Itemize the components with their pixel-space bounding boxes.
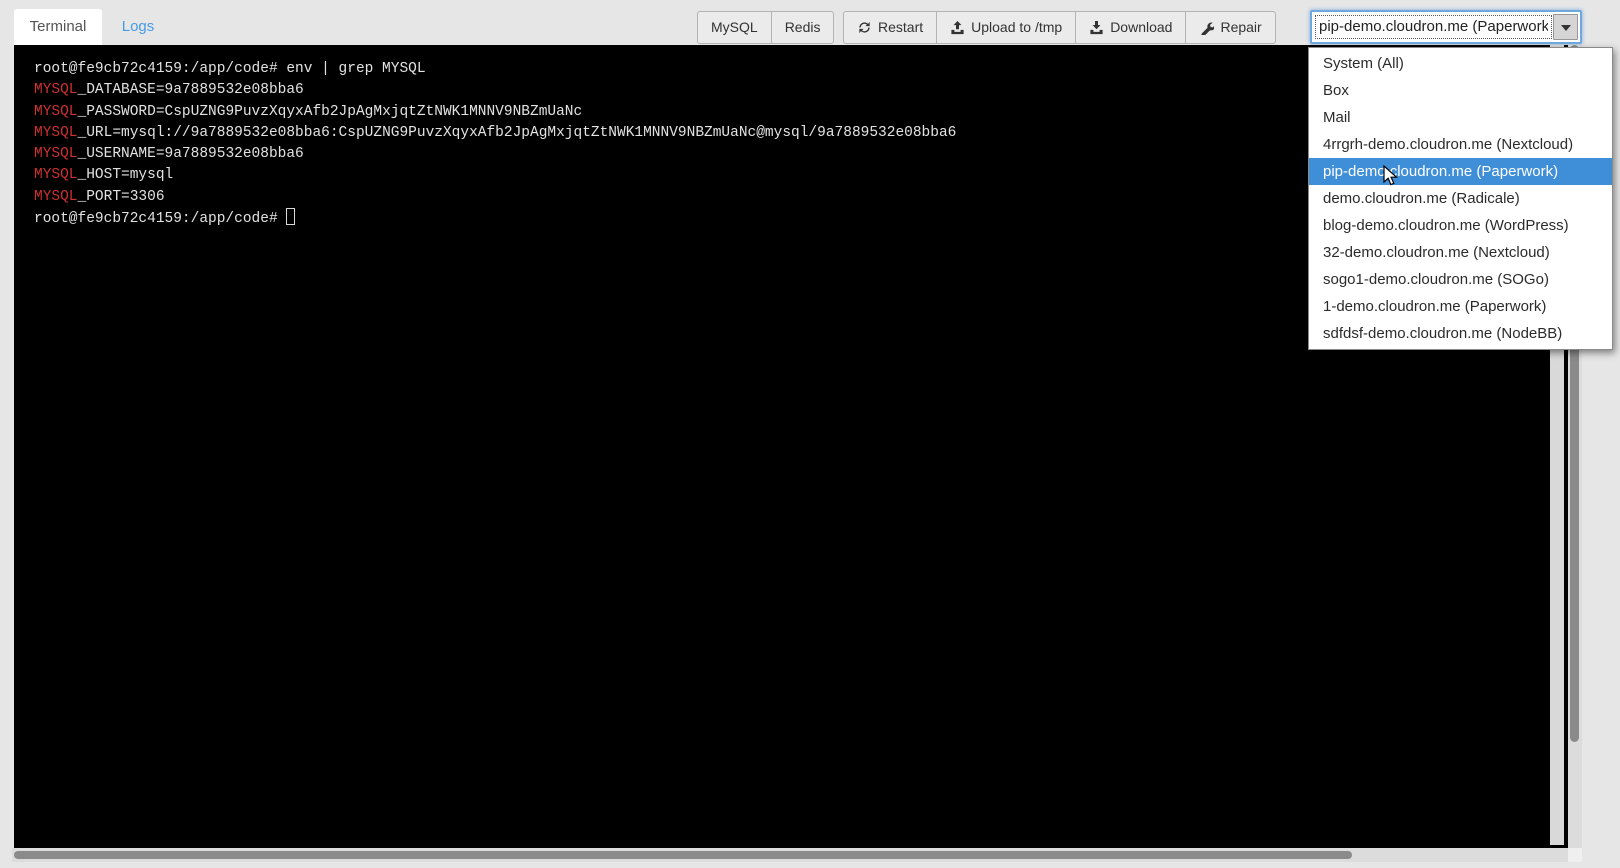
- terminal-text-segment: _PASSWORD=CspUZNG9PuvzXqyxAfb2JpAgMxjqtZ…: [78, 104, 583, 120]
- terminal-cursor: [286, 208, 295, 225]
- terminal-text-segment: MYSQL: [34, 146, 78, 162]
- horizontal-scrollbar[interactable]: [12, 848, 1568, 862]
- button-label: MySQL: [711, 12, 758, 43]
- button-label: Restart: [878, 12, 923, 43]
- button-label: Download: [1110, 12, 1172, 43]
- app-select-value: pip-demo.cloudron.me (Paperwork: [1319, 17, 1548, 37]
- toolbar: Terminal Logs MySQL Redis Restart Upload t…: [0, 0, 1620, 45]
- button-label: Redis: [785, 12, 821, 43]
- select-option[interactable]: Box: [1309, 77, 1612, 104]
- button-download[interactable]: Download: [1075, 11, 1186, 44]
- terminal-text-segment: _PORT=3306: [78, 189, 165, 205]
- repair-icon: [1199, 20, 1214, 35]
- terminal-line: root@fe9cb72c4159:/app/code# env | grep …: [34, 59, 956, 80]
- restart-icon: [857, 20, 872, 35]
- app-select[interactable]: pip-demo.cloudron.me (Paperwork: [1310, 10, 1582, 44]
- select-option[interactable]: 4rrgrh-demo.cloudron.me (Nextcloud): [1309, 131, 1612, 158]
- button-mysql[interactable]: MySQL: [697, 11, 772, 44]
- terminal-text-segment: MYSQL: [34, 82, 78, 98]
- terminal-text-segment: _DATABASE=9a7889532e08bba6: [78, 82, 304, 98]
- select-option[interactable]: sdfdsf-demo.cloudron.me (NodeBB): [1309, 320, 1612, 347]
- terminal-line: MYSQL_HOST=mysql: [34, 165, 956, 186]
- credentials-button-group: MySQL Redis: [697, 11, 834, 44]
- download-icon: [1089, 20, 1104, 35]
- terminal-text-segment: MYSQL: [34, 125, 78, 141]
- terminal-output: root@fe9cb72c4159:/app/code# env | grep …: [34, 59, 956, 230]
- select-option[interactable]: Mail: [1309, 104, 1612, 131]
- terminal-text-segment: MYSQL: [34, 167, 78, 183]
- terminal-text-segment: root@fe9cb72c4159:/app/code#: [34, 211, 286, 227]
- terminal-text-segment: MYSQL: [34, 104, 78, 120]
- terminal-line: root@fe9cb72c4159:/app/code#: [34, 208, 956, 230]
- select-option[interactable]: 1-demo.cloudron.me (Paperwork): [1309, 293, 1612, 320]
- tab-terminal-label: Terminal: [30, 18, 87, 35]
- terminal-line: MYSQL_PORT=3306: [34, 187, 956, 208]
- terminal-text-segment: _HOST=mysql: [78, 167, 174, 183]
- select-option[interactable]: sogo1-demo.cloudron.me (SOGo): [1309, 266, 1612, 293]
- button-label: Upload to /tmp: [971, 12, 1062, 43]
- actions-button-group: Restart Upload to /tmp Download Repair: [843, 11, 1276, 44]
- terminal-line: MYSQL_USERNAME=9a7889532e08bba6: [34, 144, 956, 165]
- terminal-line: MYSQL_PASSWORD=CspUZNG9PuvzXqyxAfb2JpAgM…: [34, 102, 956, 123]
- horizontal-scrollbar-thumb[interactable]: [14, 851, 1352, 859]
- button-repair[interactable]: Repair: [1185, 11, 1275, 44]
- terminal-line: MYSQL_URL=mysql://9a7889532e08bba6:CspUZ…: [34, 123, 956, 144]
- select-option[interactable]: 32-demo.cloudron.me (Nextcloud): [1309, 239, 1612, 266]
- terminal-text-segment: _USERNAME=9a7889532e08bba6: [78, 146, 304, 162]
- select-option[interactable]: blog-demo.cloudron.me (WordPress): [1309, 212, 1612, 239]
- chevron-down-icon: [1561, 25, 1571, 31]
- button-redis[interactable]: Redis: [771, 11, 835, 44]
- tab-logs[interactable]: Logs: [102, 9, 174, 45]
- select-option[interactable]: demo.cloudron.me (Radicale): [1309, 185, 1612, 212]
- select-option[interactable]: System (All): [1309, 50, 1612, 77]
- button-upload-to-tmp[interactable]: Upload to /tmp: [936, 11, 1076, 44]
- button-restart[interactable]: Restart: [843, 11, 937, 44]
- app-select-caret-button[interactable]: [1553, 14, 1578, 40]
- tab-logs-label: Logs: [122, 18, 155, 35]
- button-label: Repair: [1220, 12, 1261, 43]
- terminal-line: MYSQL_DATABASE=9a7889532e08bba6: [34, 80, 956, 101]
- terminal-text-segment: root@fe9cb72c4159:/app/code# env | grep …: [34, 61, 426, 77]
- terminal-text-segment: _URL=mysql://9a7889532e08bba6:CspUZNG9Pu…: [78, 125, 957, 141]
- terminal-text-segment: MYSQL: [34, 189, 78, 205]
- upload-icon: [950, 20, 965, 35]
- app-select-dropdown: System (All)BoxMail4rrgrh-demo.cloudron.…: [1308, 47, 1613, 350]
- scrollbar-corner: [1568, 848, 1582, 862]
- tab-terminal[interactable]: Terminal: [14, 9, 102, 45]
- select-option[interactable]: pip-demo.cloudron.me (Paperwork): [1309, 158, 1612, 185]
